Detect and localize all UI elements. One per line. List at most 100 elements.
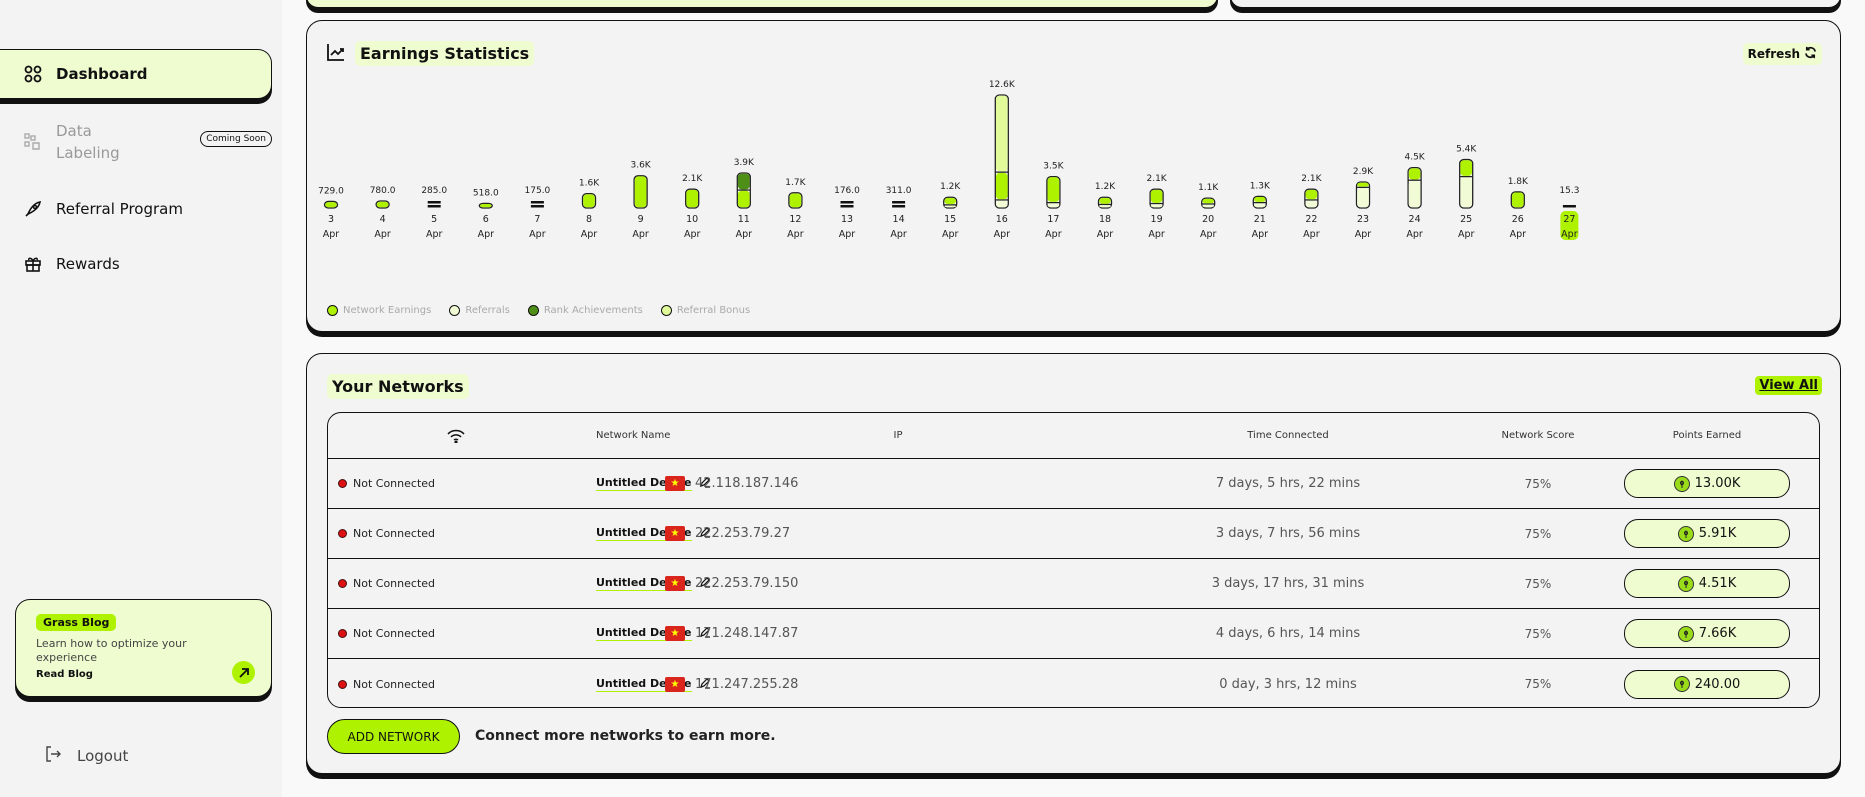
- legend-item-network-earnings[interactable]: Network Earnings: [327, 305, 431, 316]
- bar-group[interactable]: 2.9K 23 Apr: [1353, 167, 1374, 240]
- bar-segment[interactable]: [840, 205, 854, 208]
- bar-segment-referrals[interactable]: [1460, 177, 1472, 208]
- column-header-network-name[interactable]: Network Name: [596, 413, 670, 458]
- table-row[interactable]: Not Connected Untitled Device ★ 222.253.79.…: [328, 559, 1819, 609]
- table-row[interactable]: Not Connected Untitled Device ★ 171.248.147…: [328, 609, 1819, 659]
- bar-group[interactable]: 2.1K 10 Apr: [682, 174, 703, 240]
- bar-segment-referrals[interactable]: [1047, 203, 1060, 208]
- bar-segment-referrals[interactable]: [1254, 203, 1266, 208]
- bar-segment-network-earnings[interactable]: [1512, 192, 1524, 208]
- bar-group[interactable]: 518.0 6 Apr: [473, 188, 499, 240]
- bar-segment-referrals[interactable]: [1357, 188, 1369, 208]
- bar-group[interactable]: 5.4K 25 Apr: [1456, 145, 1477, 240]
- legend-label: Referral Bonus: [676, 305, 751, 316]
- bar-segment-rank-achievements[interactable]: [738, 173, 750, 190]
- bar-group[interactable]: 1.1K 20 Apr: [1198, 183, 1219, 240]
- bar-group[interactable]: 1.6K 8 Apr: [579, 179, 600, 240]
- bar-group[interactable]: 176.0 13 Apr: [834, 186, 860, 240]
- bar-segment[interactable]: [1562, 205, 1576, 208]
- view-all-link[interactable]: View All: [1755, 376, 1822, 395]
- legend-dot: [449, 305, 461, 316]
- x-tick-month: Apr: [632, 229, 649, 240]
- bar-segment-referrals[interactable]: [1408, 180, 1421, 208]
- ip-cell: ★ 222.253.79.27: [328, 509, 790, 558]
- bar-group[interactable]: 729.0 3 Apr: [318, 186, 344, 240]
- bar-segment-referrals[interactable]: [1202, 204, 1214, 208]
- bar-segment-network-earnings[interactable]: [1099, 197, 1111, 204]
- bar-segment-network-earnings[interactable]: [1460, 160, 1472, 176]
- bar-group[interactable]: 285.0 5 Apr: [421, 186, 447, 240]
- bar-segment-network-earnings[interactable]: [1408, 168, 1421, 180]
- bar-segment-network-earnings[interactable]: [376, 201, 389, 208]
- logout-button[interactable]: Logout: [43, 744, 128, 768]
- table-row[interactable]: Not Connected Untitled Device ★ 42.118.187.…: [328, 459, 1819, 509]
- column-header-ip[interactable]: IP: [848, 413, 948, 458]
- x-tick-day: 16: [996, 214, 1008, 225]
- bar-group[interactable]: 2.1K 19 Apr: [1146, 174, 1167, 240]
- bar-segment[interactable]: [427, 205, 441, 208]
- bar-group[interactable]: 1.3K 21 Apr: [1250, 181, 1271, 240]
- bar-segment-network-earnings[interactable]: [996, 172, 1008, 200]
- bar-group[interactable]: 175.0 7 Apr: [525, 186, 551, 240]
- bar-group[interactable]: 1.2K 15 Apr: [940, 182, 961, 240]
- bar-group[interactable]: 2.1K 22 Apr: [1301, 174, 1322, 240]
- bar-segment[interactable]: [427, 201, 441, 204]
- bar-group[interactable]: 15.3 27 Apr: [1559, 186, 1579, 240]
- bar-group[interactable]: 12.6K 16 Apr: [989, 80, 1016, 240]
- legend-item-rank-achievements[interactable]: Rank Achievements: [527, 305, 643, 316]
- bar-segment-network-earnings[interactable]: [325, 202, 337, 208]
- bar-segment-network-earnings[interactable]: [480, 204, 492, 208]
- bar-segment-network-earnings[interactable]: [583, 194, 595, 208]
- bar-group[interactable]: 3.9K 11 Apr: [734, 158, 755, 240]
- bar-group[interactable]: 3.6K 9 Apr: [630, 161, 651, 240]
- ip-cell: ★ 222.253.79.150: [328, 559, 798, 608]
- bar-segment-referrals[interactable]: [1150, 204, 1163, 208]
- ip-address: 222.253.79.27: [695, 526, 791, 541]
- bar-segment-network-earnings[interactable]: [1254, 197, 1266, 202]
- bar-segment-network-earnings[interactable]: [1305, 189, 1318, 200]
- add-network-button[interactable]: ADD NETWORK: [327, 719, 460, 754]
- bar-segment-network-earnings[interactable]: [686, 189, 698, 208]
- column-header-points-earned[interactable]: Points Earned: [1623, 413, 1791, 458]
- legend-item-referrals[interactable]: Referrals: [449, 305, 510, 316]
- bar-group[interactable]: 1.7K 12 Apr: [785, 178, 806, 240]
- bar-segment-referral-bonus[interactable]: [996, 95, 1008, 172]
- sidebar-item-referral-program[interactable]: Referral Program: [0, 195, 272, 223]
- bar-segment-network-earnings[interactable]: [1047, 177, 1060, 202]
- bar-segment-referrals[interactable]: [1099, 205, 1111, 208]
- bar-group[interactable]: 1.8K 26 Apr: [1508, 177, 1529, 240]
- bar-segment-network-earnings[interactable]: [1150, 189, 1163, 203]
- bar-group[interactable]: 1.2K 18 Apr: [1095, 182, 1116, 240]
- network-score: 75%: [1524, 677, 1552, 691]
- bar-segment[interactable]: [530, 201, 544, 204]
- read-blog-link[interactable]: Read Blog: [36, 669, 93, 680]
- bar-segment-referrals[interactable]: [996, 200, 1008, 208]
- column-header-time-connected[interactable]: Time Connected: [1088, 413, 1488, 458]
- sidebar-item-rewards[interactable]: Rewards: [0, 250, 272, 278]
- column-header-network-score[interactable]: Network Score: [1438, 413, 1638, 458]
- bar-segment-network-earnings[interactable]: [1202, 198, 1214, 204]
- bar-segment-network-earnings[interactable]: [944, 197, 956, 205]
- bar-group[interactable]: 780.0 4 Apr: [370, 186, 396, 240]
- bar-group[interactable]: 4.5K 24 Apr: [1404, 153, 1425, 240]
- bar-group[interactable]: 3.5K 17 Apr: [1043, 162, 1064, 240]
- bar-segment-referrals[interactable]: [944, 205, 956, 208]
- table-row[interactable]: Not Connected Untitled Device ★ 222.253.79.…: [328, 509, 1819, 559]
- bar-segment[interactable]: [840, 201, 854, 204]
- bar-segment-network-earnings[interactable]: [738, 190, 750, 208]
- sidebar-item-data-labeling: Data Labeling Coming Soon: [0, 114, 272, 170]
- table-row[interactable]: Not Connected Untitled Device ★ 171.247.255…: [328, 659, 1819, 707]
- blog-card[interactable]: Grass Blog Learn how to optimize your ex…: [15, 599, 272, 697]
- legend-item-referral-bonus[interactable]: Referral Bonus: [660, 305, 751, 316]
- bar-segment-network-earnings[interactable]: [634, 176, 647, 208]
- bar-segment-network-earnings[interactable]: [789, 193, 802, 208]
- bar-segment[interactable]: [530, 205, 544, 208]
- bar-group[interactable]: 311.0 14 Apr: [886, 186, 912, 240]
- bar-segment-referrals[interactable]: [1305, 200, 1318, 208]
- bar-segment-network-earnings[interactable]: [1357, 182, 1369, 187]
- bar-segment[interactable]: [892, 205, 906, 208]
- arrow-up-right-icon[interactable]: [232, 661, 255, 684]
- add-network-hint: Connect more networks to earn more.: [475, 728, 776, 744]
- bar-segment[interactable]: [892, 201, 906, 204]
- sidebar-item-dashboard[interactable]: Dashboard: [0, 49, 272, 99]
